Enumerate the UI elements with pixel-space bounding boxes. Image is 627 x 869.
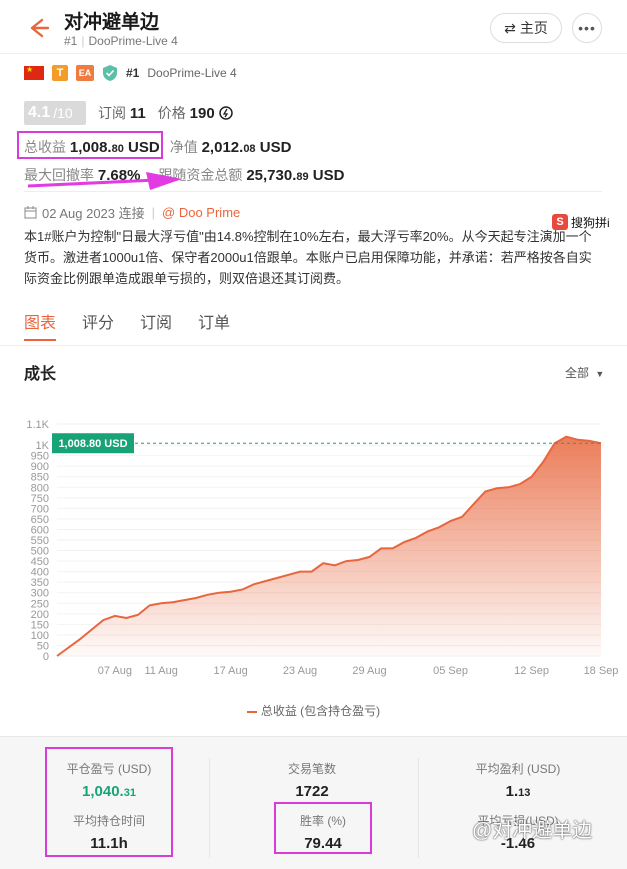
rating-max: /10 xyxy=(53,105,73,121)
calendar-icon xyxy=(24,206,37,219)
highlight-total-profit xyxy=(17,131,163,159)
range-dropdown[interactable]: 全部 ▼ xyxy=(565,364,604,381)
tab-bar: 图表 评分 订阅 订单 xyxy=(24,309,230,333)
china-flag-icon xyxy=(24,65,44,80)
follow-funds-value: 25,730.89 USD xyxy=(246,167,345,184)
divider xyxy=(24,191,602,192)
subscribe-label: 订阅 xyxy=(98,105,126,121)
y-tick-label: 150 xyxy=(31,619,49,631)
watermark: @对冲避单边 xyxy=(472,814,592,843)
x-tick-label: 17 Aug xyxy=(213,665,247,677)
x-tick-label: 05 Sep xyxy=(433,665,468,677)
x-tick-label: 23 Aug xyxy=(283,665,317,677)
series-area xyxy=(57,436,601,656)
trades-label: 交易笔数 xyxy=(287,762,336,776)
home-button-label: 主页 xyxy=(519,20,548,36)
y-tick-label: 650 xyxy=(31,514,49,526)
swap-icon: ⇄ xyxy=(504,19,516,36)
badge-row: T EA #1 DooPrime-Live 4 xyxy=(24,64,237,82)
caret-down-icon: ▼ xyxy=(595,369,605,379)
x-tick-label: 18 Sep xyxy=(584,665,619,677)
price-value: 190 xyxy=(189,105,215,122)
y-tick-label: 900 xyxy=(31,461,49,473)
legend-label: 总收益 (包含持仓盈亏) xyxy=(260,704,381,718)
x-tick-label: 12 Sep xyxy=(514,665,549,677)
y-tick-label: 450 xyxy=(31,556,49,568)
y-tick-label: 350 xyxy=(31,577,49,589)
y-tick-label: 550 xyxy=(31,535,49,547)
broker-link[interactable]: @ Doo Prime xyxy=(162,205,240,220)
watermark-text: @对冲避单边 xyxy=(472,820,593,842)
chart-legend: 总收益 (包含持仓盈亏) xyxy=(0,702,627,719)
growth-chart[interactable]: 0501001502002503003504004505005506006507… xyxy=(0,390,627,690)
y-tick-label: 750 xyxy=(31,493,49,505)
rank-badge: #1 xyxy=(126,66,140,80)
avg-profit-stat: 平均盈利 (USD) 1.13 xyxy=(458,760,578,800)
y-tick-label: 850 xyxy=(31,472,49,484)
active-tab-indicator xyxy=(24,339,56,341)
y-tick-label: 700 xyxy=(31,503,49,515)
connection-row: 02 Aug 2023 连接 | @ Doo Prime xyxy=(24,203,240,222)
verified-shield-icon xyxy=(103,65,117,81)
tab-chart[interactable]: 图表 xyxy=(24,309,56,333)
top-header: 对冲避单边 #1 | DooPrime-Live 4 ⇄ 主页 ••• xyxy=(0,0,627,54)
back-arrow-icon[interactable] xyxy=(24,14,52,42)
ea-badge: EA xyxy=(76,65,94,81)
connect-date: 02 Aug 2023 连接 xyxy=(42,206,145,221)
equity-value: 2,012.08 USD xyxy=(201,139,292,156)
legend-line-icon xyxy=(246,710,257,713)
range-dropdown-label: 全部 xyxy=(565,366,590,380)
column-separator xyxy=(209,758,210,858)
y-tick-label: 300 xyxy=(31,588,49,600)
chart-section-title: 成长 xyxy=(24,366,57,383)
tab-rating[interactable]: 评分 xyxy=(82,309,114,333)
y-tick-label: 1K xyxy=(36,440,50,452)
column-separator xyxy=(418,758,419,858)
trades-stat: 交易笔数 1722 xyxy=(252,760,372,800)
more-dots-icon: ••• xyxy=(578,20,596,36)
server-name: DooPrime-Live 4 xyxy=(147,66,237,80)
avg-profit-value: 1.13 xyxy=(505,783,531,800)
rating-box: 4.1 /10 xyxy=(24,101,86,125)
equity-label: 净值 xyxy=(169,139,198,155)
y-tick-label: 50 xyxy=(37,640,49,652)
strategy-description: 本1#账户为控制"日最大浮亏值"由14.8%控制在10%左右，最大浮亏率20%。… xyxy=(24,229,592,286)
price-label: 价格 xyxy=(157,105,186,121)
y-tick-label: 250 xyxy=(31,598,49,610)
y-tick-label: 100 xyxy=(31,630,49,642)
avg-profit-label: 平均盈利 (USD) xyxy=(475,762,561,776)
y-tick-label: 0 xyxy=(43,651,49,663)
header-server: DooPrime-Live 4 xyxy=(88,34,178,48)
rating-score: 4.1 xyxy=(28,104,51,121)
trades-value: 1722 xyxy=(295,783,329,800)
y-tick-label: 200 xyxy=(31,609,49,621)
x-tick-label: 29 Aug xyxy=(352,665,386,677)
home-button[interactable]: ⇄ 主页 xyxy=(490,13,562,43)
y-tick-label: 800 xyxy=(31,482,49,494)
current-value-label: 1,008.80 USD xyxy=(58,438,127,450)
coin-icon xyxy=(218,106,233,120)
t-badge: T xyxy=(52,65,68,81)
y-tick-label: 600 xyxy=(31,524,49,536)
x-tick-label: 07 Aug xyxy=(98,665,132,677)
tab-subscribe[interactable]: 订阅 xyxy=(140,309,172,333)
highlight-pnl-hold xyxy=(45,747,173,857)
rating-row: 4.1 /10 订阅 11 价格 190 xyxy=(24,101,233,125)
y-tick-label: 950 xyxy=(31,451,49,463)
header-rank: #1 xyxy=(64,34,78,48)
y-tick-label: 400 xyxy=(31,567,49,579)
y-tick-label: 1.1K xyxy=(26,419,49,431)
highlight-winrate xyxy=(274,802,372,854)
tab-orders[interactable]: 订单 xyxy=(198,309,230,333)
header-subtitle: #1 | DooPrime-Live 4 xyxy=(64,34,178,48)
subscribe-count: 11 xyxy=(129,105,146,122)
x-tick-label: 11 Aug xyxy=(144,665,177,677)
page-title: 对冲避单边 xyxy=(64,12,160,33)
y-tick-label: 500 xyxy=(31,546,49,558)
more-options-button[interactable]: ••• xyxy=(572,13,602,43)
